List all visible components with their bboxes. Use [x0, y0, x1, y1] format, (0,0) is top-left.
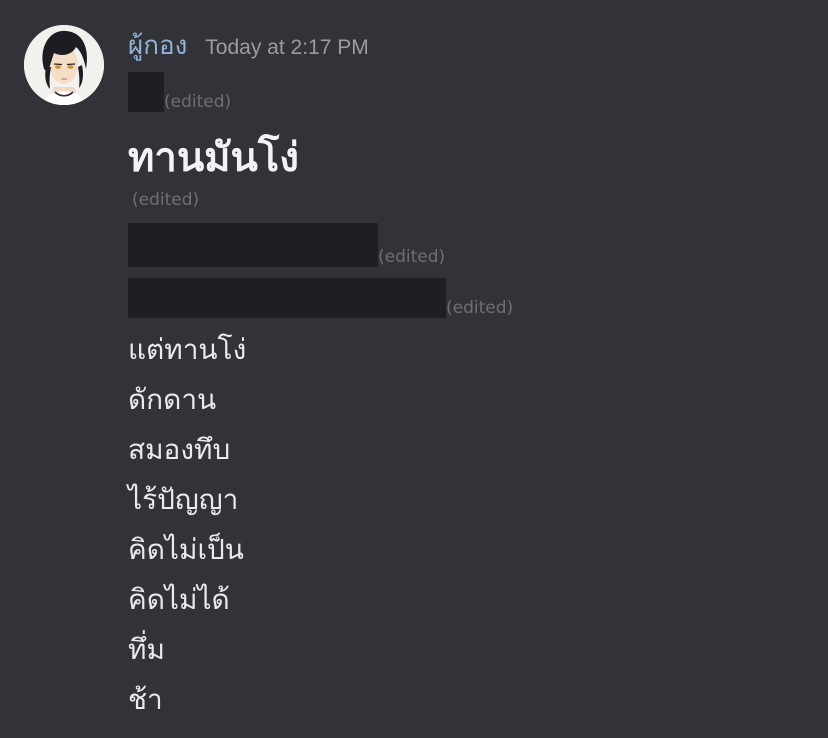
- chat-message: ผู้กอง Today at 2:17 PM (edited) ทานมันโ…: [0, 0, 828, 738]
- edited-label: (edited): [132, 190, 200, 210]
- message-line: ดักดาน: [128, 383, 217, 416]
- message-line: คิดไม่ได้: [128, 583, 230, 616]
- redacted-line-3: (edited): [128, 278, 513, 318]
- edited-label: (edited): [378, 247, 446, 267]
- message-line: ช้า: [128, 683, 163, 716]
- redaction-block: [128, 278, 446, 318]
- avatar-portrait-icon: [24, 25, 104, 105]
- edited-label: (edited): [446, 298, 514, 318]
- edited-label: (edited): [164, 92, 232, 112]
- redaction-block: [128, 223, 378, 267]
- message-line: สมองทึบ: [128, 433, 231, 466]
- message-line: คิดไม่เป็น: [128, 533, 244, 566]
- message-line: ทึ่ม: [128, 633, 165, 666]
- message-line: ไร้ปัญญา: [128, 483, 239, 516]
- author-name[interactable]: ผู้กอง: [128, 26, 187, 66]
- message-line: แต่ทานโง่: [128, 333, 247, 366]
- big-message-text: ทานมันโง่: [128, 135, 299, 181]
- redacted-line-1: (edited): [128, 72, 231, 112]
- redaction-block: [128, 72, 164, 112]
- message-header: ผู้กอง Today at 2:17 PM: [128, 26, 369, 66]
- redacted-line-2: (edited): [128, 223, 445, 267]
- message-timestamp[interactable]: Today at 2:17 PM: [205, 28, 368, 68]
- user-avatar[interactable]: [24, 25, 104, 105]
